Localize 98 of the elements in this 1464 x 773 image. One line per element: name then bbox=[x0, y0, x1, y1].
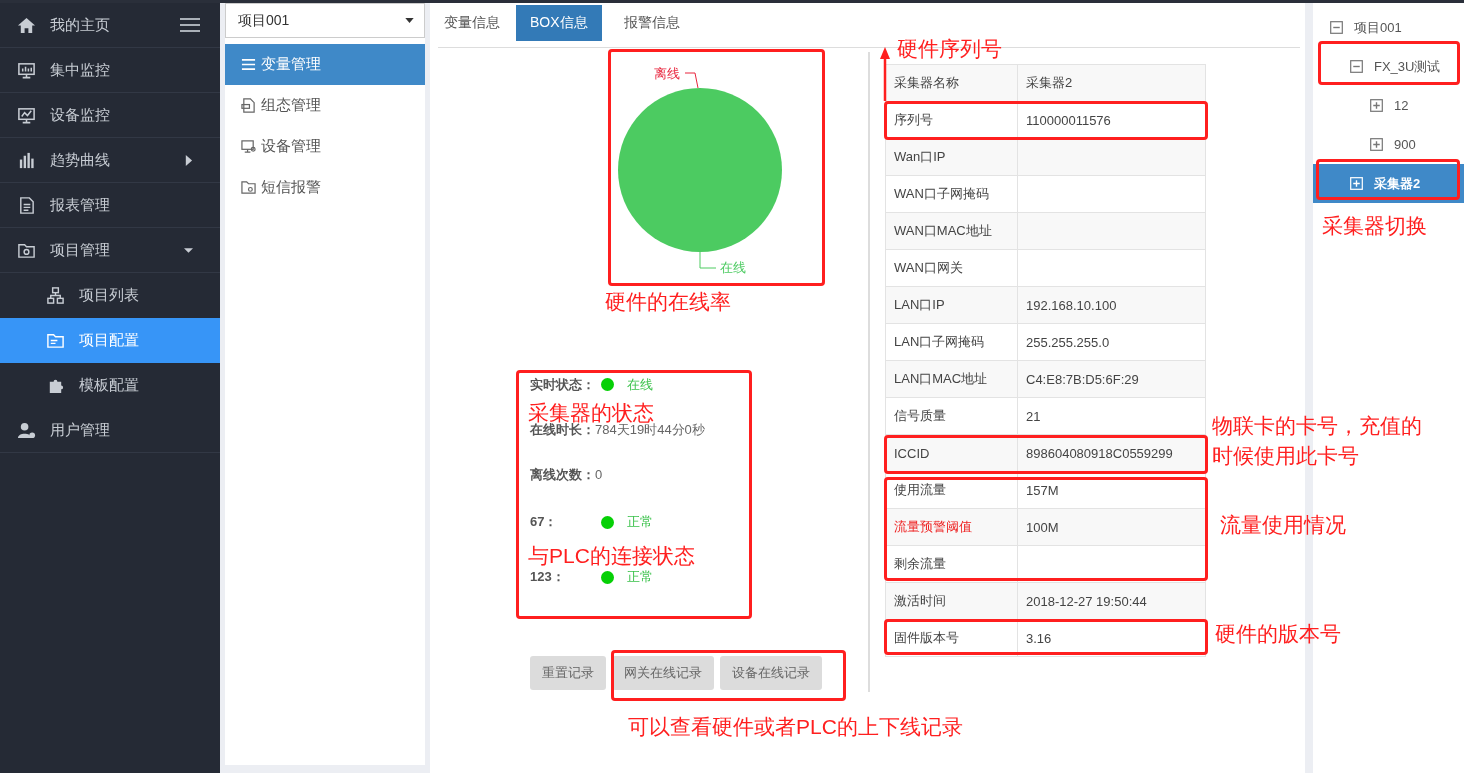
table-cell: LAN口IP bbox=[885, 286, 1018, 324]
expand-icon bbox=[1370, 138, 1383, 151]
submenu-item[interactable]: 设备管理 bbox=[225, 126, 425, 167]
status-dot bbox=[601, 378, 614, 391]
status-label: 67： bbox=[530, 513, 559, 531]
nav-subitem[interactable]: 模板配置 bbox=[0, 363, 220, 408]
monitor-icon bbox=[17, 105, 36, 125]
sitemap-icon bbox=[46, 286, 65, 305]
table-cell: 157M bbox=[1017, 471, 1206, 509]
table-cell: LAN口MAC地址 bbox=[885, 360, 1018, 398]
nav-item[interactable]: 用户管理 bbox=[0, 408, 220, 453]
menu-icon[interactable] bbox=[180, 17, 200, 33]
nav-label: 项目列表 bbox=[79, 286, 139, 305]
annotation-note: 硬件序列号 bbox=[897, 37, 1002, 61]
table-cell: 255.255.255.0 bbox=[1017, 323, 1206, 361]
nav-label: 报表管理 bbox=[50, 195, 110, 215]
table-cell: LAN口子网掩码 bbox=[885, 323, 1018, 361]
table-cell: 采集器2 bbox=[1017, 64, 1206, 102]
tab[interactable]: BOX信息 bbox=[516, 5, 602, 41]
monitor-icon bbox=[17, 60, 36, 80]
record-button[interactable]: 网关在线记录 bbox=[612, 656, 714, 690]
nav-label: 集中监控 bbox=[50, 60, 110, 80]
nav-subitem[interactable]: 项目列表 bbox=[0, 273, 220, 318]
table-cell: 100M bbox=[1017, 508, 1206, 546]
folder-icon bbox=[46, 331, 65, 350]
table-cell: 2018-12-27 19:50:44 bbox=[1017, 582, 1206, 620]
nav-item[interactable]: 我的主页 bbox=[0, 3, 220, 48]
dropdown-caret-icon bbox=[405, 18, 414, 23]
tab[interactable]: 报警信息 bbox=[617, 5, 688, 41]
annotation-note: 硬件的版本号 bbox=[1215, 622, 1341, 646]
record-button[interactable]: 重置记录 bbox=[530, 656, 606, 690]
tree-node[interactable]: FX_3U测试 bbox=[1313, 47, 1464, 86]
sliders-icon bbox=[241, 57, 256, 72]
annotation-note: 可以查看硬件或者PLC的上下线记录 bbox=[628, 715, 963, 739]
status-label: 123： bbox=[530, 568, 566, 586]
nav-label: 设备监控 bbox=[50, 105, 110, 125]
tree-node[interactable]: 12 bbox=[1313, 86, 1464, 125]
table-cell: 21 bbox=[1017, 397, 1206, 435]
submenu-item[interactable]: 组态管理 bbox=[225, 85, 425, 126]
annotation-note: 硬件的在线率 bbox=[605, 290, 731, 314]
tree-node[interactable]: 项目001 bbox=[1313, 8, 1464, 47]
table-cell: 采集器名称 bbox=[885, 64, 1018, 102]
record-button[interactable]: 设备在线记录 bbox=[720, 656, 822, 690]
status-dot bbox=[601, 570, 614, 584]
annotation-note: 采集器的状态 bbox=[528, 401, 654, 424]
status-value: 正常 bbox=[627, 513, 653, 531]
document-icon bbox=[17, 195, 36, 215]
nav-item[interactable]: 趋势曲线 bbox=[0, 138, 220, 183]
expand-icon bbox=[1350, 177, 1363, 190]
nav-label: 模板配置 bbox=[79, 376, 139, 395]
annotation-note: 物联卡的卡号，充值的时候使用此卡号 bbox=[1212, 413, 1423, 469]
table-cell: 使用流量 bbox=[885, 471, 1018, 509]
file-icon bbox=[241, 98, 256, 113]
expand-icon bbox=[1370, 99, 1383, 112]
chart-label: 在线 bbox=[720, 260, 746, 275]
bar-chart-icon bbox=[17, 150, 36, 170]
table-cell: Wan口IP bbox=[885, 138, 1018, 176]
table-cell: 剩余流量 bbox=[885, 545, 1018, 583]
table-cell: 信号质量 bbox=[885, 397, 1018, 435]
monitor-icon bbox=[241, 139, 256, 154]
table-cell: WAN口子网掩码 bbox=[885, 175, 1018, 213]
project-select[interactable]: 项目001 bbox=[225, 3, 425, 38]
nav-item[interactable]: 集中监控 bbox=[0, 48, 220, 93]
collapse-icon bbox=[1330, 21, 1343, 34]
submenu-item[interactable]: 变量管理 bbox=[225, 44, 425, 85]
status-value: 0 bbox=[595, 467, 603, 482]
nav-item[interactable]: 项目管理 bbox=[0, 228, 220, 273]
status-dot bbox=[601, 515, 614, 529]
nav-item[interactable]: 设备监控 bbox=[0, 93, 220, 138]
annotation-arrow bbox=[879, 47, 891, 101]
nav-label: 项目配置 bbox=[79, 331, 139, 350]
table-cell: C4:E8:7B:D5:6F:29 bbox=[1017, 360, 1206, 398]
annotation-note: 采集器切换 bbox=[1322, 214, 1427, 238]
folder-icon bbox=[241, 180, 256, 195]
nav-item[interactable]: 报表管理 bbox=[0, 183, 220, 228]
tab[interactable]: 变量信息 bbox=[438, 5, 508, 41]
table-cell: WAN口网关 bbox=[885, 249, 1018, 287]
nav-label: 趋势曲线 bbox=[50, 150, 110, 170]
nav-label: 用户管理 bbox=[50, 420, 110, 440]
chart-label: 离线 bbox=[654, 66, 680, 81]
submenu-item[interactable]: 短信报警 bbox=[225, 167, 425, 208]
collapse-icon bbox=[1350, 60, 1363, 73]
nav-label: 项目管理 bbox=[50, 240, 110, 260]
nav-label: 我的主页 bbox=[50, 15, 110, 35]
home-icon bbox=[17, 15, 36, 35]
table-cell: 192.168.10.100 bbox=[1017, 286, 1206, 324]
annotation-note: 与PLC的连接状态 bbox=[528, 544, 695, 568]
status-value: 正常 bbox=[627, 568, 653, 586]
status-label: 实时状态： bbox=[530, 375, 596, 394]
annotation-note: 流量使用情况 bbox=[1220, 513, 1346, 537]
table-cell: 流量预警阈值 bbox=[885, 508, 1018, 546]
table-cell: WAN口MAC地址 bbox=[885, 212, 1018, 250]
tree-node[interactable]: 900 bbox=[1313, 125, 1464, 164]
table-cell: 激活时间 bbox=[885, 582, 1018, 620]
status-value: 在线 bbox=[627, 375, 653, 394]
status-label: 离线次数： bbox=[530, 465, 595, 484]
tree-node[interactable]: 采集器2 bbox=[1313, 164, 1464, 203]
user-icon bbox=[17, 420, 36, 440]
